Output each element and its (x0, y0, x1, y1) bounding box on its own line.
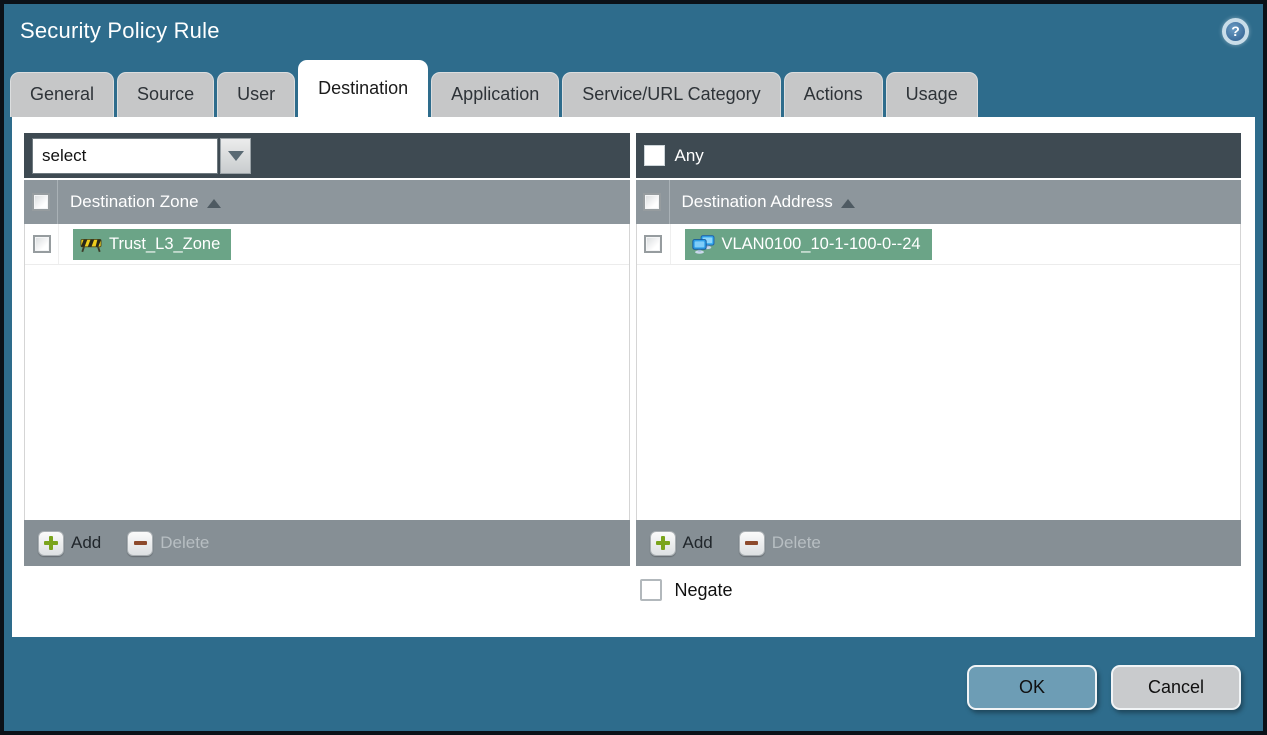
any-label: Any (674, 145, 704, 165)
address-toolbar: Any (635, 133, 1241, 178)
tab-user[interactable]: User (217, 72, 296, 117)
zone-column-header-label: Destination Zone (70, 192, 199, 211)
question-mark-glyph: ? (1231, 23, 1240, 39)
zone-panel-footer: Add Delete (24, 520, 630, 566)
address-chip-label: VLAN0100_10-1-100-0--24 (721, 234, 921, 253)
zone-delete-button[interactable]: Delete (127, 530, 210, 556)
add-plus-icon (38, 530, 64, 556)
sort-ascending-icon (206, 198, 221, 208)
zone-select-combo: select (32, 137, 251, 174)
address-column: Any Destination Address VLAN0100_10-1-10… (635, 133, 1242, 637)
dropdown-arrow-icon (227, 150, 244, 161)
dialog-footer: OK Cancel (4, 637, 1263, 731)
address-row-checkbox-cell (637, 224, 671, 264)
tab-actions[interactable]: Actions (783, 72, 883, 117)
help-icon[interactable]: ? (1222, 17, 1249, 45)
address-chip[interactable]: VLAN0100_10-1-100-0--24 (684, 228, 932, 260)
address-select-all-checkbox[interactable] (643, 193, 661, 211)
address-delete-label: Delete (771, 533, 821, 552)
destination-address-panel: Any Destination Address VLAN0100_10-1-10… (635, 133, 1241, 566)
address-add-label: Add (682, 533, 713, 552)
zone-select-all-cell (24, 180, 58, 224)
negate-label: Negate (674, 579, 733, 600)
destination-zone-panel: select Destination Zone Trust_L3_Zone Ad… (24, 133, 630, 566)
network-address-icon (691, 234, 714, 254)
zone-column: select Destination Zone Trust_L3_Zone Ad… (24, 133, 630, 637)
zone-select-all-checkbox[interactable] (31, 193, 50, 211)
negate-row: Negate (639, 579, 1242, 601)
cancel-button[interactable]: Cancel (1111, 665, 1241, 710)
dialog-title: Security Policy Rule (20, 18, 220, 43)
delete-minus-icon (738, 530, 765, 556)
zone-add-label: Add (71, 533, 102, 552)
zone-row-checkbox-cell (25, 224, 59, 264)
ok-button[interactable]: OK (967, 665, 1097, 710)
sort-ascending-icon (840, 198, 855, 208)
zone-delete-label: Delete (160, 533, 210, 552)
tab-usage[interactable]: Usage (885, 72, 978, 117)
zone-toolbar: select (24, 133, 630, 178)
zone-column-header: Destination Zone (24, 180, 630, 224)
address-panel-footer: Add Delete (635, 520, 1241, 566)
security-policy-rule-dialog: Security Policy Rule ? General Source Us… (0, 0, 1267, 735)
zone-list: Trust_L3_Zone (24, 224, 630, 520)
zone-barrier-icon (80, 238, 102, 252)
address-list-item: VLAN0100_10-1-100-0--24 (636, 224, 1240, 265)
negate-checkbox[interactable] (639, 579, 662, 601)
address-column-header: Destination Address (635, 180, 1241, 224)
zone-add-button[interactable]: Add (38, 530, 102, 556)
address-select-all-cell (636, 180, 670, 224)
zone-list-item: Trust_L3_Zone (25, 224, 629, 265)
zone-chip[interactable]: Trust_L3_Zone (73, 228, 232, 260)
tab-application[interactable]: Application (431, 72, 560, 117)
tab-general[interactable]: General (10, 72, 115, 117)
title-bar: Security Policy Rule ? (4, 4, 1263, 58)
address-row-checkbox[interactable] (644, 235, 662, 253)
address-column-header-label: Destination Address (681, 192, 833, 211)
zone-select-input[interactable]: select (32, 137, 218, 174)
zone-select-dropdown-button[interactable] (220, 137, 251, 174)
address-list: VLAN0100_10-1-100-0--24 (635, 224, 1241, 520)
delete-minus-icon (127, 530, 154, 556)
address-delete-button[interactable]: Delete (738, 530, 821, 556)
tab-source[interactable]: Source (117, 72, 215, 117)
add-plus-icon (649, 530, 676, 556)
tab-service-url-category[interactable]: Service/URL Category (562, 72, 781, 117)
any-checkbox[interactable] (643, 145, 665, 166)
tab-destination[interactable]: Destination (298, 60, 429, 117)
destination-tab-content: select Destination Zone Trust_L3_Zone Ad… (12, 117, 1255, 637)
zone-column-header-label-wrap[interactable]: Destination Zone (58, 180, 221, 224)
zone-chip-label: Trust_L3_Zone (109, 234, 221, 253)
address-column-header-label-wrap[interactable]: Destination Address (670, 180, 855, 224)
zone-row-checkbox[interactable] (32, 235, 51, 253)
address-add-button[interactable]: Add (649, 530, 713, 556)
tab-bar: General Source User Destination Applicat… (4, 58, 1263, 117)
